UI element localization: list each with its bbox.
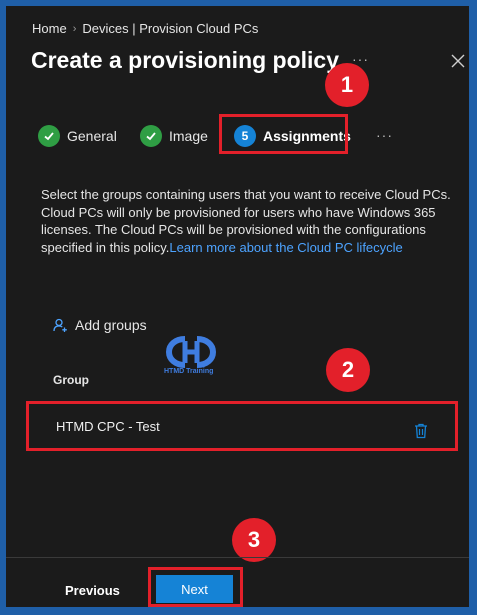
annotation-badge-2: 2 [326,348,370,392]
chevron-right-icon: › [72,22,77,35]
table-row[interactable]: HTMD CPC - Test [26,401,458,451]
tab-image-label: Image [169,128,208,144]
breadcrumb: Home › Devices | Provision Cloud PCs [32,21,258,36]
assignments-highlight-box [219,114,348,154]
close-icon[interactable] [451,54,465,68]
tab-general-label: General [67,128,117,144]
breadcrumb-home[interactable]: Home [32,21,67,36]
footer-divider [6,557,469,558]
breadcrumb-current[interactable]: Devices | Provision Cloud PCs [82,21,258,36]
checkmark-circle-icon [140,125,162,147]
group-name: HTMD CPC - Test [56,419,160,434]
add-person-icon [53,318,67,332]
trash-icon[interactable] [414,423,428,439]
assignment-description: Select the groups containing users that … [41,186,451,256]
next-button[interactable]: Next [156,575,233,603]
annotation-badge-1: 1 [325,63,369,107]
column-header-group: Group [53,373,89,387]
previous-button[interactable]: Previous [53,577,132,603]
watermark-text: HTMD Training [164,368,214,375]
steps-more-icon[interactable]: ··· [376,127,393,143]
page-title: Create a provisioning policy [31,47,340,73]
tab-general[interactable]: General [38,119,117,153]
provisioning-panel: Home › Devices | Provision Cloud PCs Cre… [6,6,469,607]
add-groups-button[interactable]: Add groups [53,317,147,333]
tab-image[interactable]: Image [140,119,208,153]
annotation-badge-3: 3 [232,518,276,562]
checkmark-circle-icon [38,125,60,147]
add-groups-label: Add groups [75,317,147,333]
learn-more-link[interactable]: Learn more about the Cloud PC lifecycle [169,240,402,255]
